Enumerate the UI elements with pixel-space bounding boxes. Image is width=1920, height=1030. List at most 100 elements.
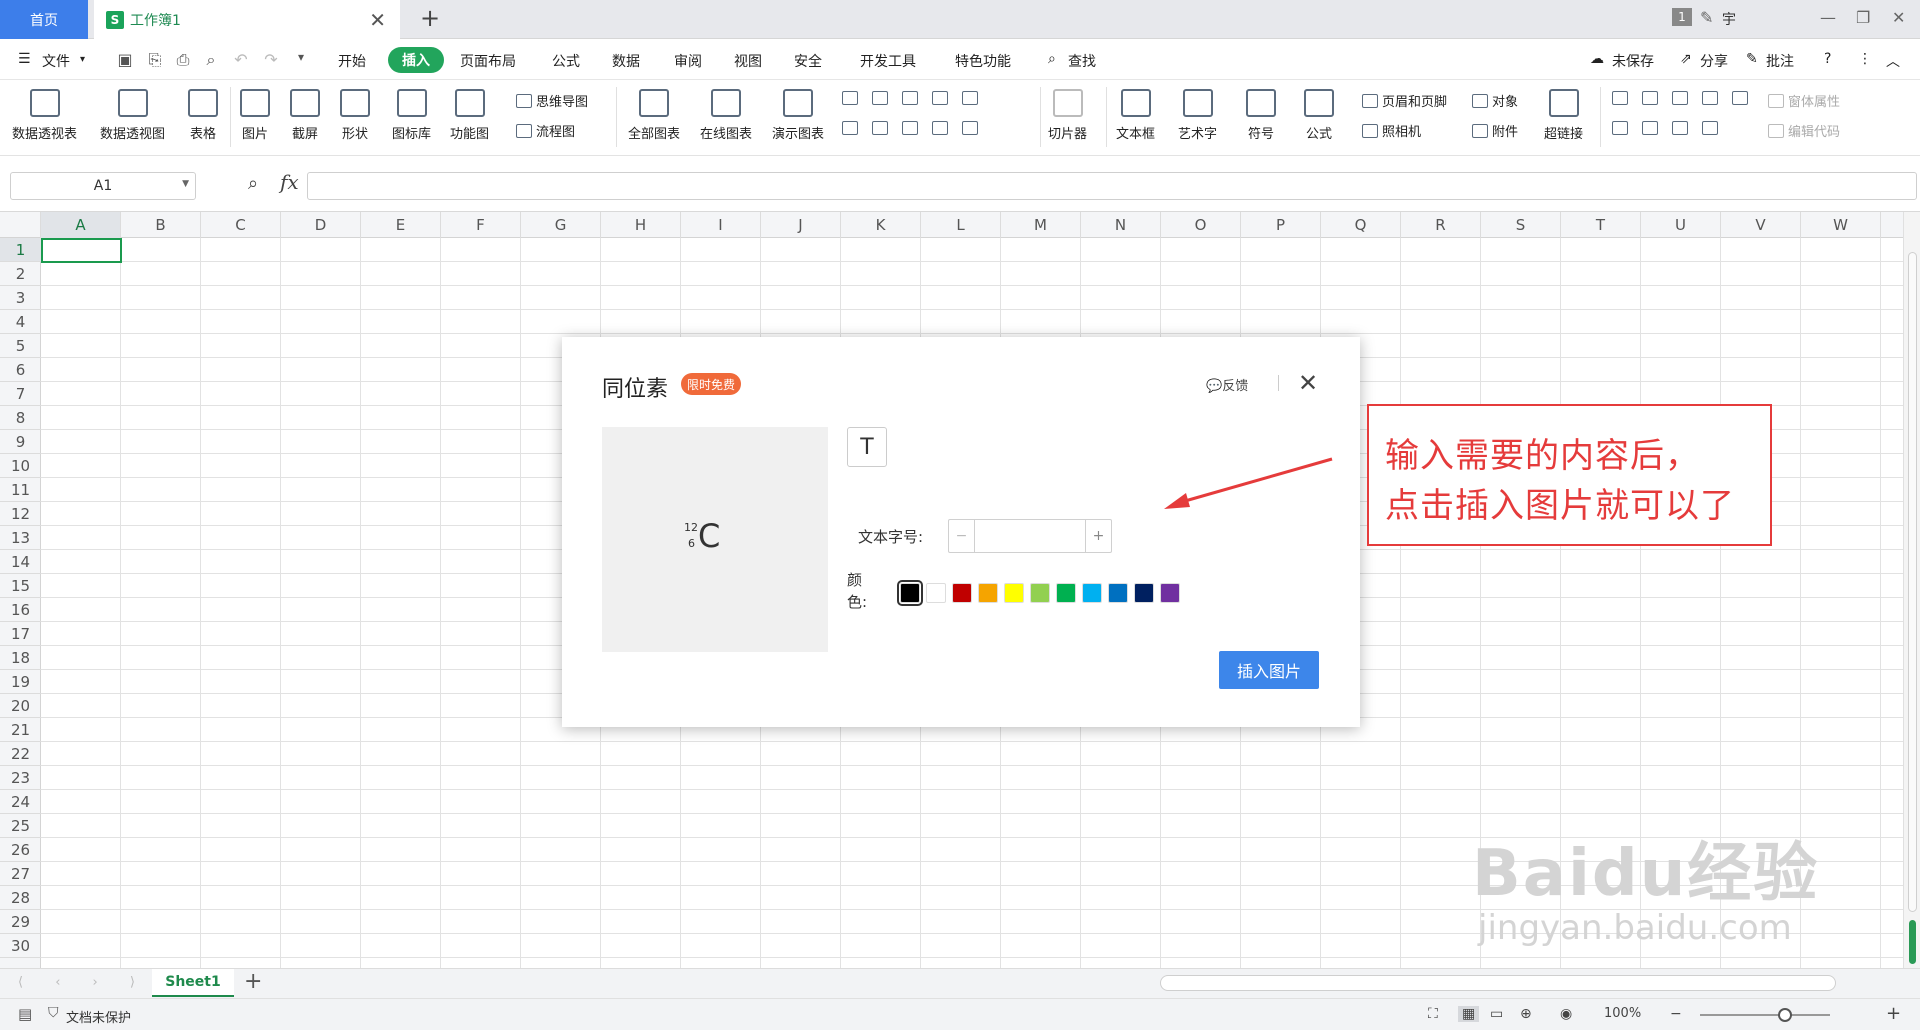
row-header-13[interactable]: 13 — [0, 526, 41, 550]
page-layout-view-icon[interactable]: ▭ — [1490, 1006, 1503, 1022]
pivot-table-button[interactable]: 数据透视表 — [12, 87, 77, 149]
column-header-j[interactable]: J — [761, 212, 841, 238]
row-header-7[interactable]: 7 — [0, 382, 41, 406]
menu-file[interactable]: 文件 — [42, 51, 70, 71]
row-header-14[interactable]: 14 — [0, 550, 41, 574]
column-header-r[interactable]: R — [1401, 212, 1481, 238]
redo-icon[interactable]: ↷ — [262, 50, 280, 69]
column-header-f[interactable]: F — [441, 212, 521, 238]
row-header-1[interactable]: 1 — [0, 238, 41, 262]
menu-security[interactable]: 安全 — [794, 51, 822, 71]
color-swatch[interactable] — [897, 580, 923, 606]
demo-chart-button[interactable]: 演示图表 — [772, 87, 824, 149]
row-header-6[interactable]: 6 — [0, 358, 41, 382]
column-header-p[interactable]: P — [1241, 212, 1321, 238]
row-header-26[interactable]: 26 — [0, 838, 41, 862]
column-header-h[interactable]: H — [601, 212, 681, 238]
page-break-view-icon[interactable]: ⊕ — [1520, 1006, 1532, 1022]
zoom-slider-knob[interactable] — [1778, 1008, 1792, 1022]
row-header-25[interactable]: 25 — [0, 814, 41, 838]
slicer-button[interactable]: 切片器 — [1048, 87, 1087, 149]
equation-button[interactable]: 公式 — [1304, 87, 1334, 149]
row-header-29[interactable]: 29 — [0, 910, 41, 934]
attachment-button[interactable]: 附件 — [1472, 121, 1518, 140]
more-icon[interactable]: ⋮ — [1858, 51, 1872, 67]
all-charts-button[interactable]: 全部图表 — [628, 87, 680, 149]
column-header-w[interactable]: W — [1801, 212, 1881, 238]
pivot-chart-button[interactable]: 数据透视图 — [100, 87, 165, 149]
sheet-nav-arrows[interactable]: ⟨ ‹ › ⟩ — [18, 975, 149, 990]
window-count-badge[interactable]: 1 — [1672, 8, 1692, 26]
row-header-12[interactable]: 12 — [0, 502, 41, 526]
zoom-level[interactable]: 100% — [1604, 1006, 1641, 1021]
table-button[interactable]: 表格 — [188, 87, 218, 149]
row-header-24[interactable]: 24 — [0, 790, 41, 814]
hyperlink-button[interactable]: 超链接 — [1544, 87, 1583, 149]
column-header-l[interactable]: L — [921, 212, 1001, 238]
horizontal-scrollbar[interactable] — [1160, 975, 1836, 991]
column-header-i[interactable]: I — [681, 212, 761, 238]
new-tab-button[interactable]: + — [420, 4, 440, 32]
camera-button[interactable]: 照相机 — [1362, 121, 1421, 140]
color-swatch[interactable] — [1030, 583, 1050, 603]
color-swatch[interactable] — [1056, 583, 1076, 603]
row-header-20[interactable]: 20 — [0, 694, 41, 718]
doc-icon[interactable]: ▤ — [18, 1005, 32, 1023]
row-header-30[interactable]: 30 — [0, 934, 41, 958]
symbol-button[interactable]: 符号 — [1246, 87, 1276, 149]
restore-icon[interactable]: ❐ — [1856, 8, 1870, 27]
menu-review[interactable]: 审阅 — [674, 51, 702, 71]
column-header-d[interactable]: D — [281, 212, 361, 238]
name-box[interactable]: A1 ▼ — [10, 172, 196, 200]
textbox-button[interactable]: 文本框 — [1116, 87, 1155, 149]
wordart-button[interactable]: 艺术字 — [1178, 87, 1217, 149]
search-icon[interactable]: ⌕ — [1048, 51, 1056, 67]
menu-page-layout[interactable]: 页面布局 — [460, 51, 516, 71]
help-icon[interactable]: ? — [1824, 51, 1831, 67]
row-header-2[interactable]: 2 — [0, 262, 41, 286]
column-header-n[interactable]: N — [1081, 212, 1161, 238]
vertical-scrollbar[interactable] — [1903, 212, 1920, 968]
column-header-s[interactable]: S — [1481, 212, 1561, 238]
zoom-slider-track[interactable] — [1700, 1014, 1830, 1016]
unsaved-status[interactable]: 未保存 — [1612, 51, 1654, 71]
color-swatch[interactable] — [926, 583, 946, 603]
menu-developer[interactable]: 开发工具 — [860, 51, 916, 71]
row-header-27[interactable]: 27 — [0, 862, 41, 886]
sheet-tab[interactable]: Sheet1 — [152, 969, 234, 997]
column-header-e[interactable]: E — [361, 212, 441, 238]
save-icon[interactable]: ▣ — [116, 50, 134, 69]
function-chart-button[interactable]: 功能图 — [450, 87, 489, 149]
print-preview-icon[interactable]: ⌕ — [202, 50, 220, 69]
screenshot-button[interactable]: 截屏 — [290, 87, 320, 149]
shape-button[interactable]: 形状 — [340, 87, 370, 149]
pen-icon[interactable]: ✎ — [1700, 8, 1713, 27]
icon-library-button[interactable]: 图标库 — [392, 87, 431, 149]
row-header-10[interactable]: 10 — [0, 454, 41, 478]
row-header-11[interactable]: 11 — [0, 478, 41, 502]
print-icon[interactable]: ⎙ — [174, 50, 192, 69]
column-header-g[interactable]: G — [521, 212, 601, 238]
form-properties-button[interactable]: 窗体属性 — [1768, 91, 1840, 110]
feedback-button[interactable]: 💬反馈 — [1206, 375, 1248, 394]
close-window-icon[interactable]: ✕ — [1892, 8, 1905, 27]
row-header-17[interactable]: 17 — [0, 622, 41, 646]
normal-view-icon[interactable]: ▦ — [1458, 1006, 1480, 1022]
zoom-formula-icon[interactable]: ⌕ — [248, 173, 258, 194]
form-controls-row2[interactable] — [1612, 121, 1722, 135]
user-name[interactable]: 宇 — [1722, 9, 1736, 29]
decrement-button[interactable]: − — [949, 520, 975, 552]
menu-search[interactable]: 查找 — [1068, 51, 1096, 71]
menu-insert[interactable]: 插入 — [388, 47, 444, 73]
close-tab-icon[interactable]: ✕ — [369, 8, 386, 32]
chevron-down-icon[interactable]: ▾ — [80, 54, 85, 65]
scroll-thumb[interactable] — [1908, 252, 1917, 912]
export-icon[interactable]: ⎘ — [146, 50, 164, 69]
picture-button[interactable]: 图片 — [240, 87, 270, 149]
collapse-ribbon-icon[interactable]: ︿ — [1886, 51, 1900, 71]
row-header-15[interactable]: 15 — [0, 574, 41, 598]
tab-home[interactable]: 首页 — [0, 0, 88, 39]
fullscreen-icon[interactable]: ⛶ — [1428, 1006, 1438, 1022]
quick-access-menu-icon[interactable]: ▾ — [292, 50, 310, 68]
zoom-out-icon[interactable]: − — [1670, 1006, 1682, 1022]
